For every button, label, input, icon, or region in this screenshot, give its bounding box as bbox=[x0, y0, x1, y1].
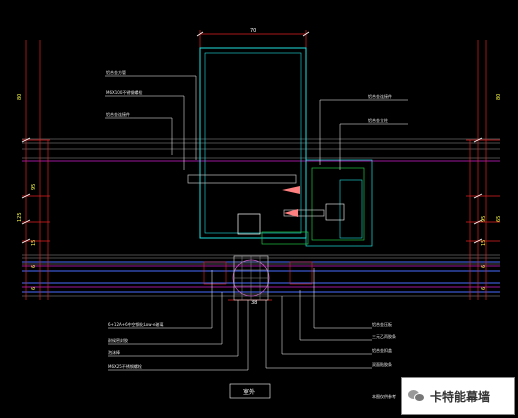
label-left-bottom-2: 泡沫棒 bbox=[108, 349, 120, 355]
label-left-2: 铝合金连接件 bbox=[106, 111, 130, 117]
bottom-title-text: 室外 bbox=[243, 388, 255, 396]
right-labels: 铝合金连接件 铝合金立柱 bbox=[368, 93, 392, 123]
connector-parts bbox=[187, 174, 345, 245]
label-right-bottom-3: 双面贴胶条 bbox=[372, 361, 392, 367]
label-right-1: 铝合金立柱 bbox=[368, 117, 388, 123]
watermark: 卡特能幕墙 bbox=[401, 377, 515, 415]
label-left-1: M6X100不锈钢螺栓 bbox=[106, 89, 142, 95]
dim-left-5: 6 bbox=[31, 265, 37, 268]
dim-right-1: 80 bbox=[496, 94, 502, 100]
dim-right-2: 95 bbox=[481, 216, 487, 222]
dim-left-1: 80 bbox=[17, 94, 23, 100]
label-left-bottom-1: 耐候密封胶 bbox=[108, 337, 128, 343]
sealant-block bbox=[203, 255, 313, 301]
dim-right-4: 15 bbox=[481, 240, 487, 246]
cad-drawing: 80 95 125 15 6 6 80 95 65 15 6 6 70 38 铝… bbox=[17, 28, 502, 399]
label-left-bottom-3: M6X25不锈钢螺栓 bbox=[108, 363, 142, 369]
label-right-bottom-0: 铝合金压板 bbox=[372, 321, 392, 327]
label-left-0: 铝合金方管 bbox=[106, 69, 126, 75]
dim-left-3: 125 bbox=[17, 212, 23, 222]
dim-right-5: 6 bbox=[481, 265, 487, 268]
label-right-bottom-1: 三元乙丙胶条 bbox=[372, 333, 396, 339]
wechat-logo-icon bbox=[408, 389, 426, 403]
label-right-0: 铝合金连接件 bbox=[368, 93, 392, 99]
bottom-title: 室外 bbox=[229, 383, 271, 399]
dim-bottom-width: 38 bbox=[251, 300, 257, 306]
dim-left-4: 15 bbox=[31, 240, 37, 246]
watermark-text: 卡特能幕墙 bbox=[430, 389, 491, 404]
right-dimension-labels: 80 95 65 15 6 6 bbox=[481, 94, 502, 290]
right-bottom-labels: 铝合金压板 三元乙丙胶条 铝合金扣盖 双面贴胶条 bbox=[372, 321, 396, 367]
label-left-bottom-0: 6+12A+6中空钢化Low-e玻璃 bbox=[108, 321, 163, 327]
dim-left-6: 6 bbox=[31, 287, 37, 290]
section-lines bbox=[22, 160, 500, 288]
dimension-lines bbox=[22, 30, 500, 301]
overlap-note: 本图仅供参考 bbox=[372, 393, 396, 399]
label-right-bottom-2: 铝合金扣盖 bbox=[372, 347, 392, 353]
guide-lines bbox=[22, 138, 500, 297]
dim-right-3: 65 bbox=[496, 216, 502, 222]
dim-left-2: 95 bbox=[31, 184, 37, 190]
left-dimension-labels: 80 95 125 15 6 6 bbox=[17, 94, 37, 290]
dim-right-6: 6 bbox=[481, 287, 487, 290]
dim-top-width: 70 bbox=[250, 28, 256, 34]
dimension-ticks bbox=[21, 31, 483, 244]
glass-lines bbox=[22, 261, 500, 293]
